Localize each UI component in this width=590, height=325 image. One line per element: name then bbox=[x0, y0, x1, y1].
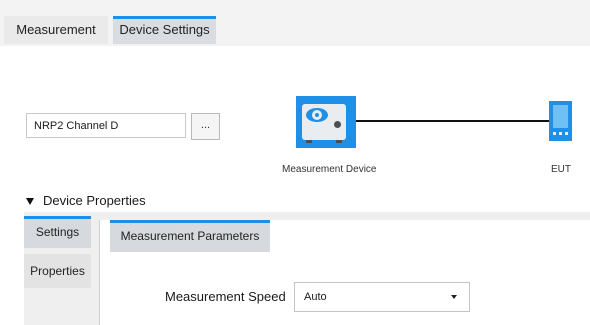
device-properties-title: Device Properties bbox=[43, 193, 146, 208]
device-foot-left bbox=[306, 140, 312, 143]
measurement-device-icon[interactable] bbox=[296, 96, 356, 148]
tab-measurement[interactable]: Measurement bbox=[4, 16, 108, 44]
measurement-speed-label: Measurement Speed bbox=[165, 289, 286, 304]
collapse-triangle-icon[interactable] bbox=[26, 198, 34, 206]
eut-button-dot bbox=[559, 132, 562, 135]
side-tab-settings[interactable]: Settings bbox=[24, 216, 91, 248]
browse-device-button[interactable]: ... bbox=[191, 113, 220, 140]
eut-device-icon[interactable] bbox=[549, 101, 572, 141]
device-properties-header[interactable]: Device Properties bbox=[26, 193, 146, 208]
device-knob bbox=[334, 121, 341, 128]
eut-label: EUT bbox=[551, 164, 571, 175]
side-tab-properties[interactable]: Properties bbox=[24, 254, 91, 288]
measurement-device-label: Measurement Device bbox=[282, 164, 377, 175]
device-select-field[interactable]: NRP2 Channel D bbox=[26, 113, 186, 138]
device-foot-right bbox=[336, 140, 342, 143]
settings-content-area: Measurement Parameters Measurement Speed… bbox=[99, 220, 590, 325]
eut-button-dot bbox=[553, 132, 556, 135]
dropdown-caret-icon bbox=[451, 295, 457, 299]
measurement-speed-select[interactable]: Auto bbox=[294, 282, 470, 312]
device-lens-dot bbox=[315, 113, 319, 117]
tab-device-settings[interactable]: Device Settings bbox=[113, 16, 216, 44]
eut-buttons bbox=[553, 132, 568, 137]
connection-line bbox=[356, 120, 549, 122]
measurement-speed-value: Auto bbox=[304, 291, 327, 303]
eut-screen bbox=[553, 105, 568, 128]
top-tab-bar: Measurement Device Settings bbox=[0, 0, 590, 46]
device-properties-panel: Settings Properties Measurement Paramete… bbox=[24, 212, 590, 325]
tab-measurement-parameters[interactable]: Measurement Parameters bbox=[110, 220, 270, 252]
eut-button-dot bbox=[565, 132, 568, 135]
